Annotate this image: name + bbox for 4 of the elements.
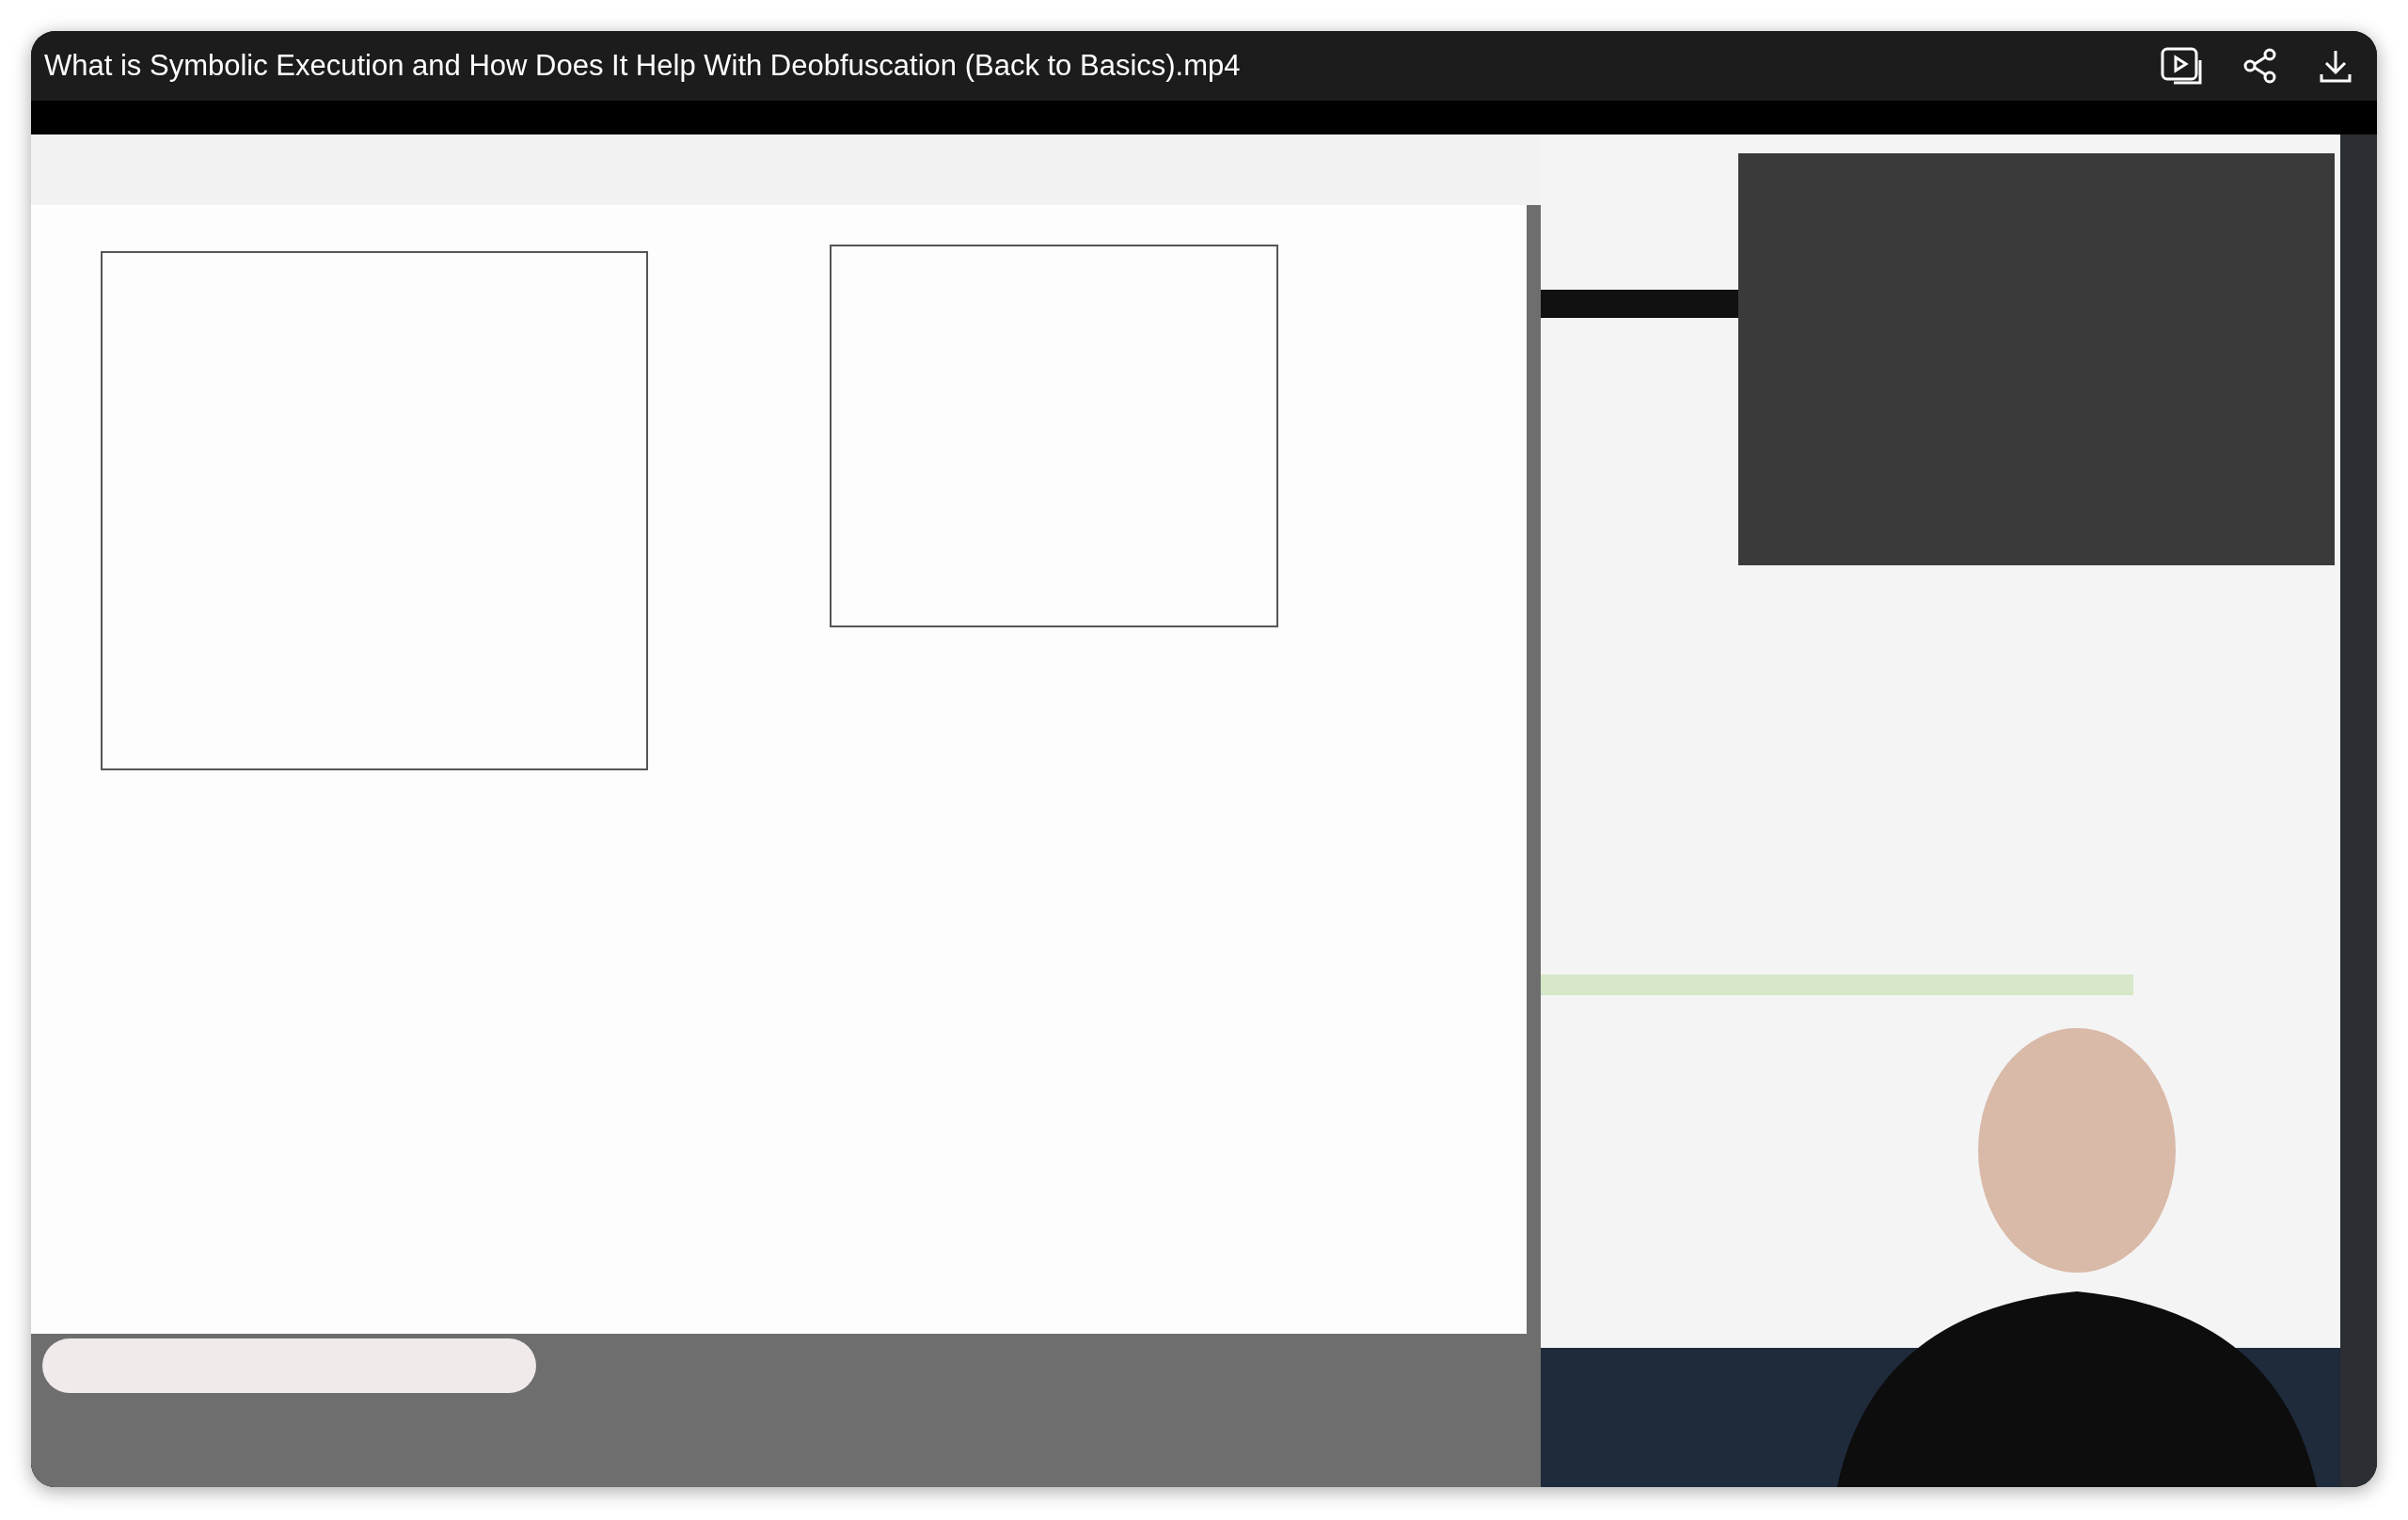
share-icon[interactable] bbox=[2243, 48, 2277, 84]
video-title: What is Symbolic Execution and How Does It Help With Deobfuscation (Back to Basics).mp4 bbox=[44, 49, 1242, 83]
download-icon[interactable] bbox=[2319, 48, 2353, 84]
play-icon[interactable] bbox=[2161, 47, 2202, 85]
